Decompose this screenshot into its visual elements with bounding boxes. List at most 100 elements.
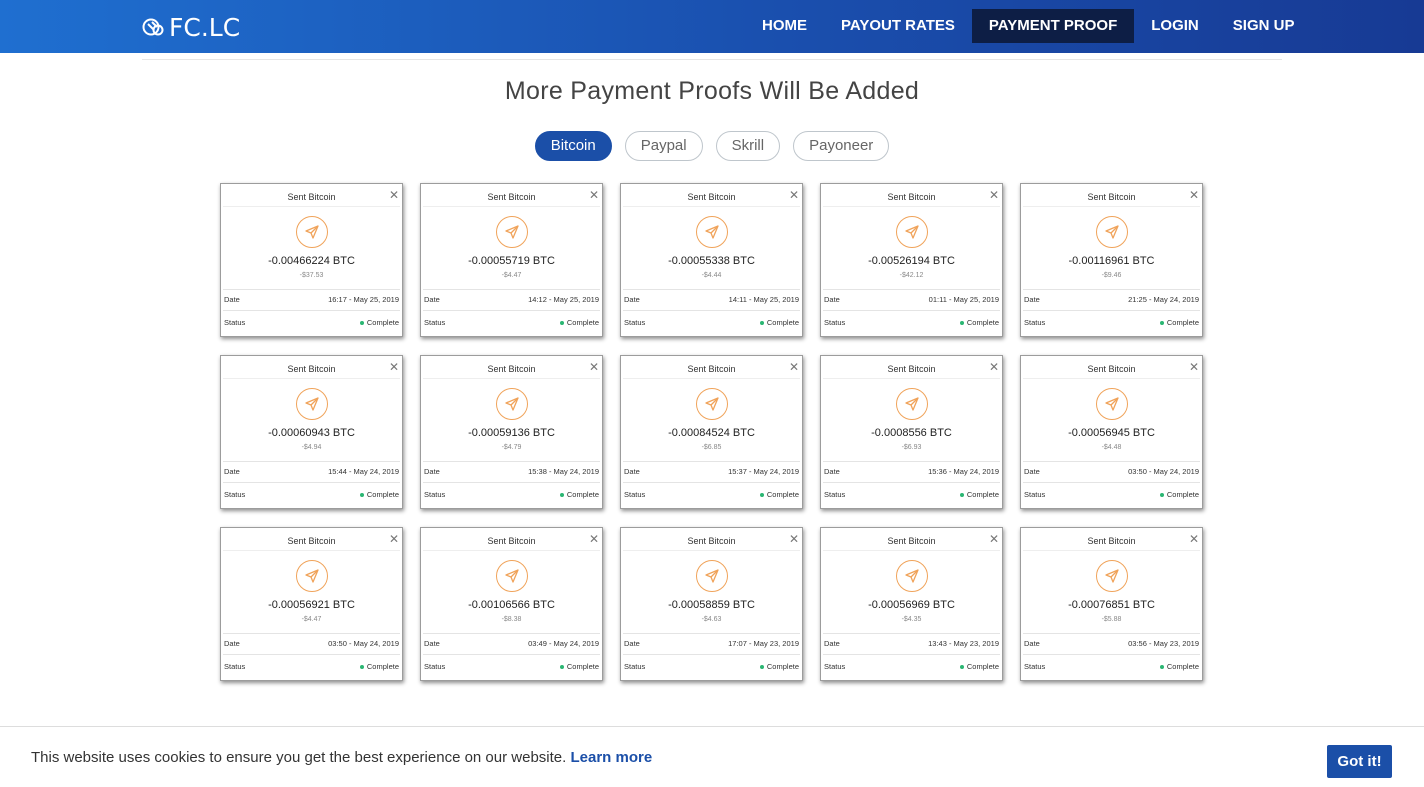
payment-proof-card[interactable]: Sent Bitcoin ✕ -0.00055338 BTC -$4.44 Da… [620,183,803,337]
payment-proof-card[interactable]: Sent Bitcoin ✕ -0.00059136 BTC -$4.79 Da… [420,355,603,509]
card-title: Sent Bitcoin [487,364,536,374]
card-divider [623,654,800,655]
status-dot-icon [359,665,364,670]
status-dot-icon [1159,321,1164,326]
close-icon: ✕ [1188,188,1199,202]
status-badge: Complete [1159,318,1199,327]
send-arrow-icon [1096,388,1128,420]
payment-proof-card[interactable]: Sent Bitcoin ✕ -0.00084524 BTC -$6.85 Da… [620,355,803,509]
date-row: Date 03:50 - May 24, 2019 [224,639,399,648]
card-divider [423,633,600,634]
payment-proof-card[interactable]: Sent Bitcoin ✕ -0.00526194 BTC -$42.12 D… [820,183,1003,337]
status-dot-icon [559,493,564,498]
close-icon: ✕ [1188,360,1199,374]
payment-proof-card[interactable]: Sent Bitcoin ✕ -0.00106566 BTC -$8.38 Da… [420,527,603,681]
status-value: Complete [366,318,399,327]
payment-proof-card[interactable]: Sent Bitcoin ✕ -0.00116961 BTC -$9.46 Da… [1020,183,1203,337]
tab-bitcoin[interactable]: Bitcoin [534,131,612,161]
status-row: Status Complete [824,662,999,671]
card-title: Sent Bitcoin [487,192,536,202]
card-divider [823,633,1000,634]
status-dot-icon [759,665,764,670]
nav-login[interactable]: LOGIN [1134,9,1216,43]
date-value: 03:56 - May 23, 2019 [1128,639,1199,648]
card-divider [423,289,600,290]
cookie-banner: This website uses cookies to ensure you … [0,726,1424,787]
status-label: Status [224,318,246,327]
status-dot-icon [959,665,964,670]
payment-proof-card[interactable]: Sent Bitcoin ✕ -0.00056921 BTC -$4.47 Da… [220,527,403,681]
card-divider [1023,550,1200,551]
header-divider [142,59,1282,60]
status-dot-icon [759,321,764,326]
card-divider [1023,310,1200,311]
date-label: Date [424,467,440,476]
status-dot-icon [559,321,564,326]
payment-proof-card[interactable]: Sent Bitcoin ✕ -0.00055719 BTC -$4.47 Da… [420,183,603,337]
payment-proof-card[interactable]: Sent Bitcoin ✕ -0.00060943 BTC -$4.94 Da… [220,355,403,509]
tab-paypal[interactable]: Paypal [624,131,703,161]
card-divider [1023,289,1200,290]
date-label: Date [224,295,240,304]
date-label: Date [424,639,440,648]
usd-amount: -$42.12 [899,272,924,279]
card-divider [223,378,400,379]
card-divider [823,550,1000,551]
date-label: Date [224,467,240,476]
cookie-accept-button[interactable]: Got it! [1327,745,1392,778]
card-title: Sent Bitcoin [287,192,336,202]
card-divider [823,482,1000,483]
btc-amount: -0.00076851 BTC [1068,599,1155,611]
nav-payment-proof[interactable]: PAYMENT PROOF [971,9,1135,43]
nav-sign-up[interactable]: SIGN UP [1216,9,1312,43]
card-title: Sent Bitcoin [687,364,736,374]
usd-amount: -$4.35 [901,616,922,623]
nav-payout-rates[interactable]: PAYOUT RATES [824,9,972,43]
close-icon: ✕ [388,188,399,202]
card-title: Sent Bitcoin [1087,536,1136,546]
status-badge: Complete [959,318,999,327]
payment-proof-card[interactable]: Sent Bitcoin ✕ -0.0008556 BTC -$6.93 Dat… [820,355,1003,509]
card-divider [423,461,600,462]
date-row: Date 15:44 - May 24, 2019 [224,467,399,476]
payment-proof-card[interactable]: Sent Bitcoin ✕ -0.00076851 BTC -$5.88 Da… [1020,527,1203,681]
status-label: Status [824,662,846,671]
payment-proof-card[interactable]: Sent Bitcoin ✕ -0.00058859 BTC -$4.63 Da… [620,527,803,681]
close-icon: ✕ [588,360,599,374]
close-icon: ✕ [988,188,999,202]
tab-payoneer[interactable]: Payoneer [793,131,890,161]
card-divider [423,654,600,655]
close-icon: ✕ [788,532,799,546]
close-icon: ✕ [588,188,599,202]
payment-proof-card[interactable]: Sent Bitcoin ✕ -0.00466224 BTC -$37.53 D… [220,183,403,337]
nav-home[interactable]: HOME [745,9,824,43]
date-row: Date 01:11 - May 25, 2019 [824,295,999,304]
tab-skrill[interactable]: Skrill [715,131,781,161]
card-divider [223,461,400,462]
close-icon: ✕ [788,188,799,202]
date-label: Date [624,639,640,648]
card-divider [623,289,800,290]
status-value: Complete [766,318,799,327]
close-icon: ✕ [988,532,999,546]
date-value: 15:36 - May 24, 2019 [928,467,999,476]
status-value: Complete [966,490,999,499]
cookie-learn-more-link[interactable]: Learn more [570,749,652,766]
top-navbar: FC.LC HOME PAYOUT RATES PAYMENT PROOF LO… [0,0,1424,53]
btc-amount: -0.0008556 BTC [871,427,952,439]
status-dot-icon [759,493,764,498]
card-divider [623,633,800,634]
site-logo[interactable]: FC.LC [142,12,240,42]
btc-amount: -0.00059136 BTC [468,427,555,439]
status-label: Status [624,662,646,671]
status-label: Status [424,318,446,327]
date-row: Date 15:38 - May 24, 2019 [424,467,599,476]
card-divider [423,206,600,207]
payment-proof-card[interactable]: Sent Bitcoin ✕ -0.00056969 BTC -$4.35 Da… [820,527,1003,681]
payment-proof-card[interactable]: Sent Bitcoin ✕ -0.00056945 BTC -$4.48 Da… [1020,355,1203,509]
status-label: Status [824,318,846,327]
status-row: Status Complete [824,318,999,327]
send-arrow-icon [1096,216,1128,248]
status-dot-icon [1159,665,1164,670]
date-row: Date 03:56 - May 23, 2019 [1024,639,1199,648]
